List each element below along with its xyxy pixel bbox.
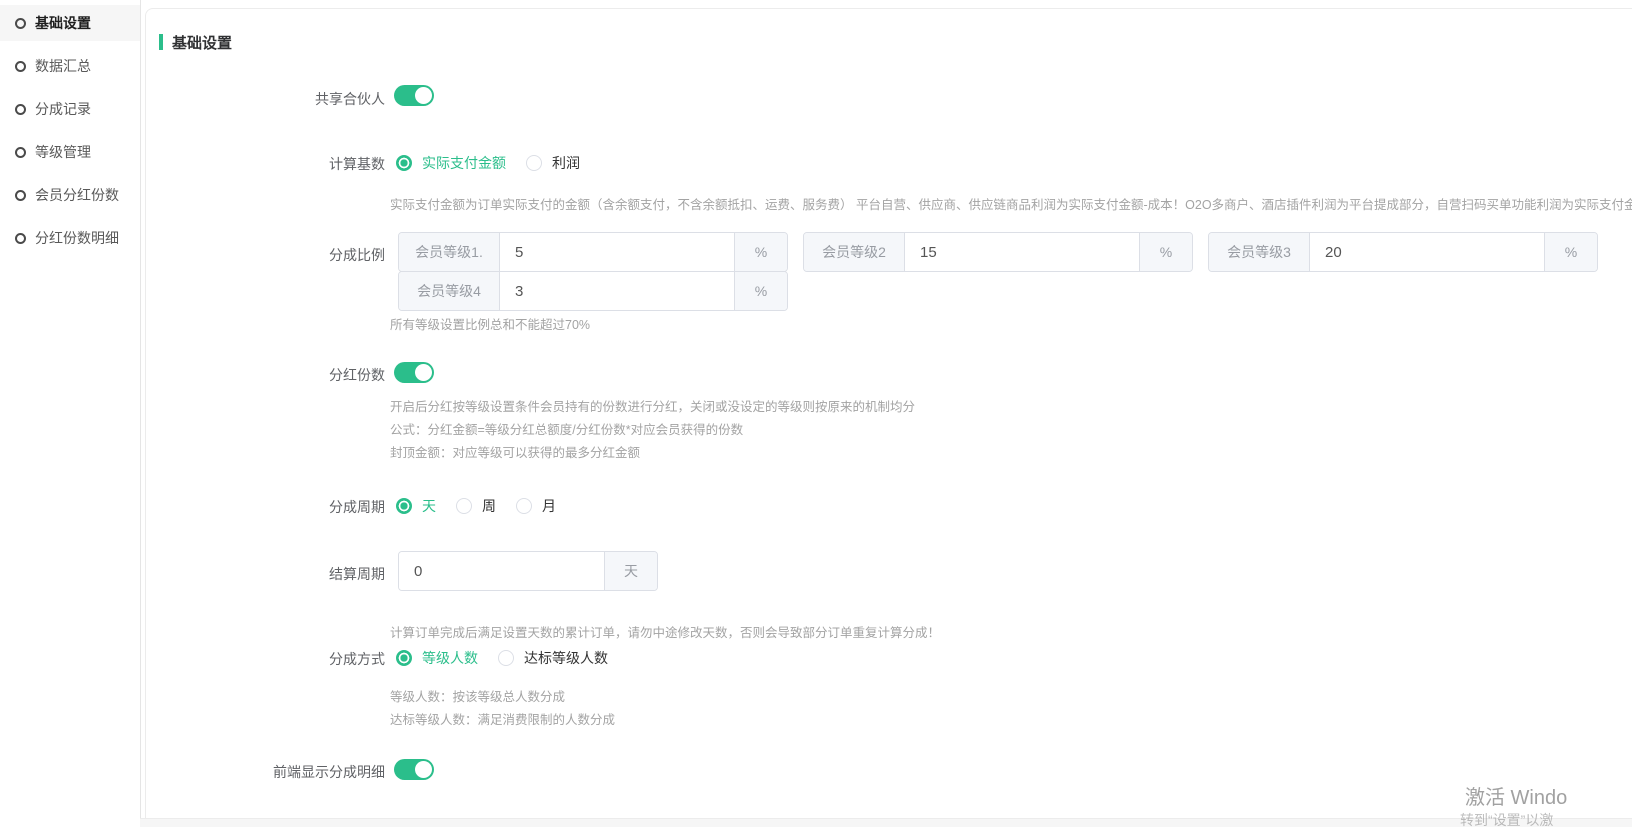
toggle-knob-icon <box>415 364 432 381</box>
calc-base-label: 计算基数 <box>150 154 385 174</box>
calc-base-help: 实际支付金额为订单实际支付的金额（含余额支付，不含余额抵扣、运费、服务费） 平台… <box>390 194 1632 213</box>
sidebar-item-level-management[interactable]: 等级管理 <box>0 134 140 170</box>
sidebar-item-basic-settings[interactable]: 基础设置 <box>0 5 140 41</box>
percent-unit: % <box>1544 233 1597 271</box>
dividend-shares-label: 分红份数 <box>150 365 385 385</box>
ratio-input-level3[interactable] <box>1310 233 1544 271</box>
cycle-radio-group: 天 周 月 <box>396 496 576 516</box>
radio-month[interactable]: 月 <box>516 496 556 516</box>
share-partner-label: 共享合伙人 <box>150 89 385 109</box>
sidebar-item-label: 分成记录 <box>35 99 91 119</box>
radio-week[interactable]: 周 <box>456 496 496 516</box>
ratio-input-level2[interactable] <box>905 233 1139 271</box>
percent-unit: % <box>734 233 787 271</box>
circle-icon <box>15 147 26 158</box>
ratio-field-label: 会员等级1. <box>399 233 500 271</box>
page-title: 基础设置 <box>172 32 232 53</box>
circle-icon <box>15 18 26 29</box>
radio-profit[interactable]: 利润 <box>526 153 580 173</box>
sidebar-item-label: 基础设置 <box>35 13 91 33</box>
day-unit: 天 <box>604 552 657 590</box>
settle-label: 结算周期 <box>150 564 385 584</box>
sidebar-item-label: 会员分红份数 <box>35 185 119 205</box>
ratio-input-group-3: 会员等级3 % <box>1208 232 1598 272</box>
circle-icon <box>15 61 26 72</box>
front-show-label: 前端显示分成明细 <box>150 762 385 782</box>
method-help-2: 达标等级人数：满足消费限制的人数分成 <box>390 709 615 728</box>
percent-unit: % <box>734 272 787 310</box>
method-radio-group: 等级人数 达标等级人数 <box>396 648 628 668</box>
sidebar-item-dividend-share-details[interactable]: 分红份数明细 <box>0 220 140 256</box>
sidebar-item-label: 等级管理 <box>35 142 91 162</box>
activate-windows-watermark: 激活 Windo <box>1465 781 1567 810</box>
sidebar: 基础设置 数据汇总 分成记录 等级管理 会员分红份数 分红份数明细 <box>0 0 141 818</box>
dividend-shares-help-2: 公式：分红金额=等级分红总额度/分红份数*对应会员获得的份数 <box>390 419 743 438</box>
radio-label: 达标等级人数 <box>524 648 608 668</box>
settle-days-input[interactable] <box>399 552 604 590</box>
radio-unchecked-icon <box>456 498 472 514</box>
title-accent-bar <box>159 34 163 50</box>
radio-checked-icon <box>396 498 412 514</box>
ratio-input-group-4: 会员等级4 % <box>398 271 788 311</box>
radio-label: 实际支付金额 <box>422 153 506 173</box>
front-show-toggle[interactable] <box>394 759 434 780</box>
percent-unit: % <box>1139 233 1192 271</box>
radio-label: 等级人数 <box>422 648 478 668</box>
dividend-shares-help-3: 封顶金额：对应等级可以获得的最多分红金额 <box>390 442 640 461</box>
sidebar-item-commission-records[interactable]: 分成记录 <box>0 91 140 127</box>
settings-page: 基础设置 数据汇总 分成记录 等级管理 会员分红份数 分红份数明细 基础设置 共… <box>0 0 1632 827</box>
share-partner-toggle[interactable] <box>394 85 434 106</box>
method-help-1: 等级人数：按该等级总人数分成 <box>390 686 565 705</box>
ratio-input-group-1: 会员等级1. % <box>398 232 788 272</box>
settle-input-group: 天 <box>398 551 658 591</box>
radio-label: 利润 <box>552 153 580 173</box>
toggle-knob-icon <box>415 761 432 778</box>
radio-checked-icon <box>396 155 412 171</box>
method-label: 分成方式 <box>150 649 385 669</box>
sidebar-item-label: 分红份数明细 <box>35 228 119 248</box>
sidebar-item-member-dividend-shares[interactable]: 会员分红份数 <box>0 177 140 213</box>
sidebar-item-data-summary[interactable]: 数据汇总 <box>0 48 140 84</box>
ratio-field-label: 会员等级3 <box>1209 233 1310 271</box>
radio-label: 月 <box>542 496 556 516</box>
radio-level-headcount[interactable]: 等级人数 <box>396 648 478 668</box>
radio-label: 天 <box>422 496 436 516</box>
circle-icon <box>15 190 26 201</box>
radio-actual-payment[interactable]: 实际支付金额 <box>396 153 506 173</box>
cycle-label: 分成周期 <box>150 497 385 517</box>
radio-unchecked-icon <box>516 498 532 514</box>
radio-qualified-level-headcount[interactable]: 达标等级人数 <box>498 648 608 668</box>
ratio-label: 分成比例 <box>150 245 385 265</box>
calc-base-radio-group: 实际支付金额 利润 <box>396 153 600 173</box>
ratio-help: 所有等级设置比例总和不能超过70% <box>390 314 590 333</box>
ratio-input-group-2: 会员等级2 % <box>803 232 1193 272</box>
circle-icon <box>15 233 26 244</box>
ratio-input-level4[interactable] <box>500 272 734 310</box>
radio-unchecked-icon <box>498 650 514 666</box>
ratio-field-label: 会员等级2 <box>804 233 905 271</box>
radio-day[interactable]: 天 <box>396 496 436 516</box>
toggle-knob-icon <box>415 87 432 104</box>
dividend-shares-help-1: 开启后分红按等级设置条件会员持有的份数进行分红，关闭或没设定的等级则按原来的机制… <box>390 396 915 415</box>
radio-label: 周 <box>482 496 496 516</box>
radio-checked-icon <box>396 650 412 666</box>
horizontal-scrollbar[interactable] <box>140 818 1632 827</box>
dividend-shares-toggle[interactable] <box>394 362 434 383</box>
ratio-input-level1[interactable] <box>500 233 734 271</box>
ratio-field-label: 会员等级4 <box>399 272 500 310</box>
radio-unchecked-icon <box>526 155 542 171</box>
activate-windows-watermark-subline: 转到“设置”以激 <box>1460 810 1553 827</box>
sidebar-item-label: 数据汇总 <box>35 56 91 76</box>
settle-help: 计算订单完成后满足设置天数的累计订单，请勿中途修改天数，否则会导致部分订单重复计… <box>390 622 940 641</box>
circle-icon <box>15 104 26 115</box>
